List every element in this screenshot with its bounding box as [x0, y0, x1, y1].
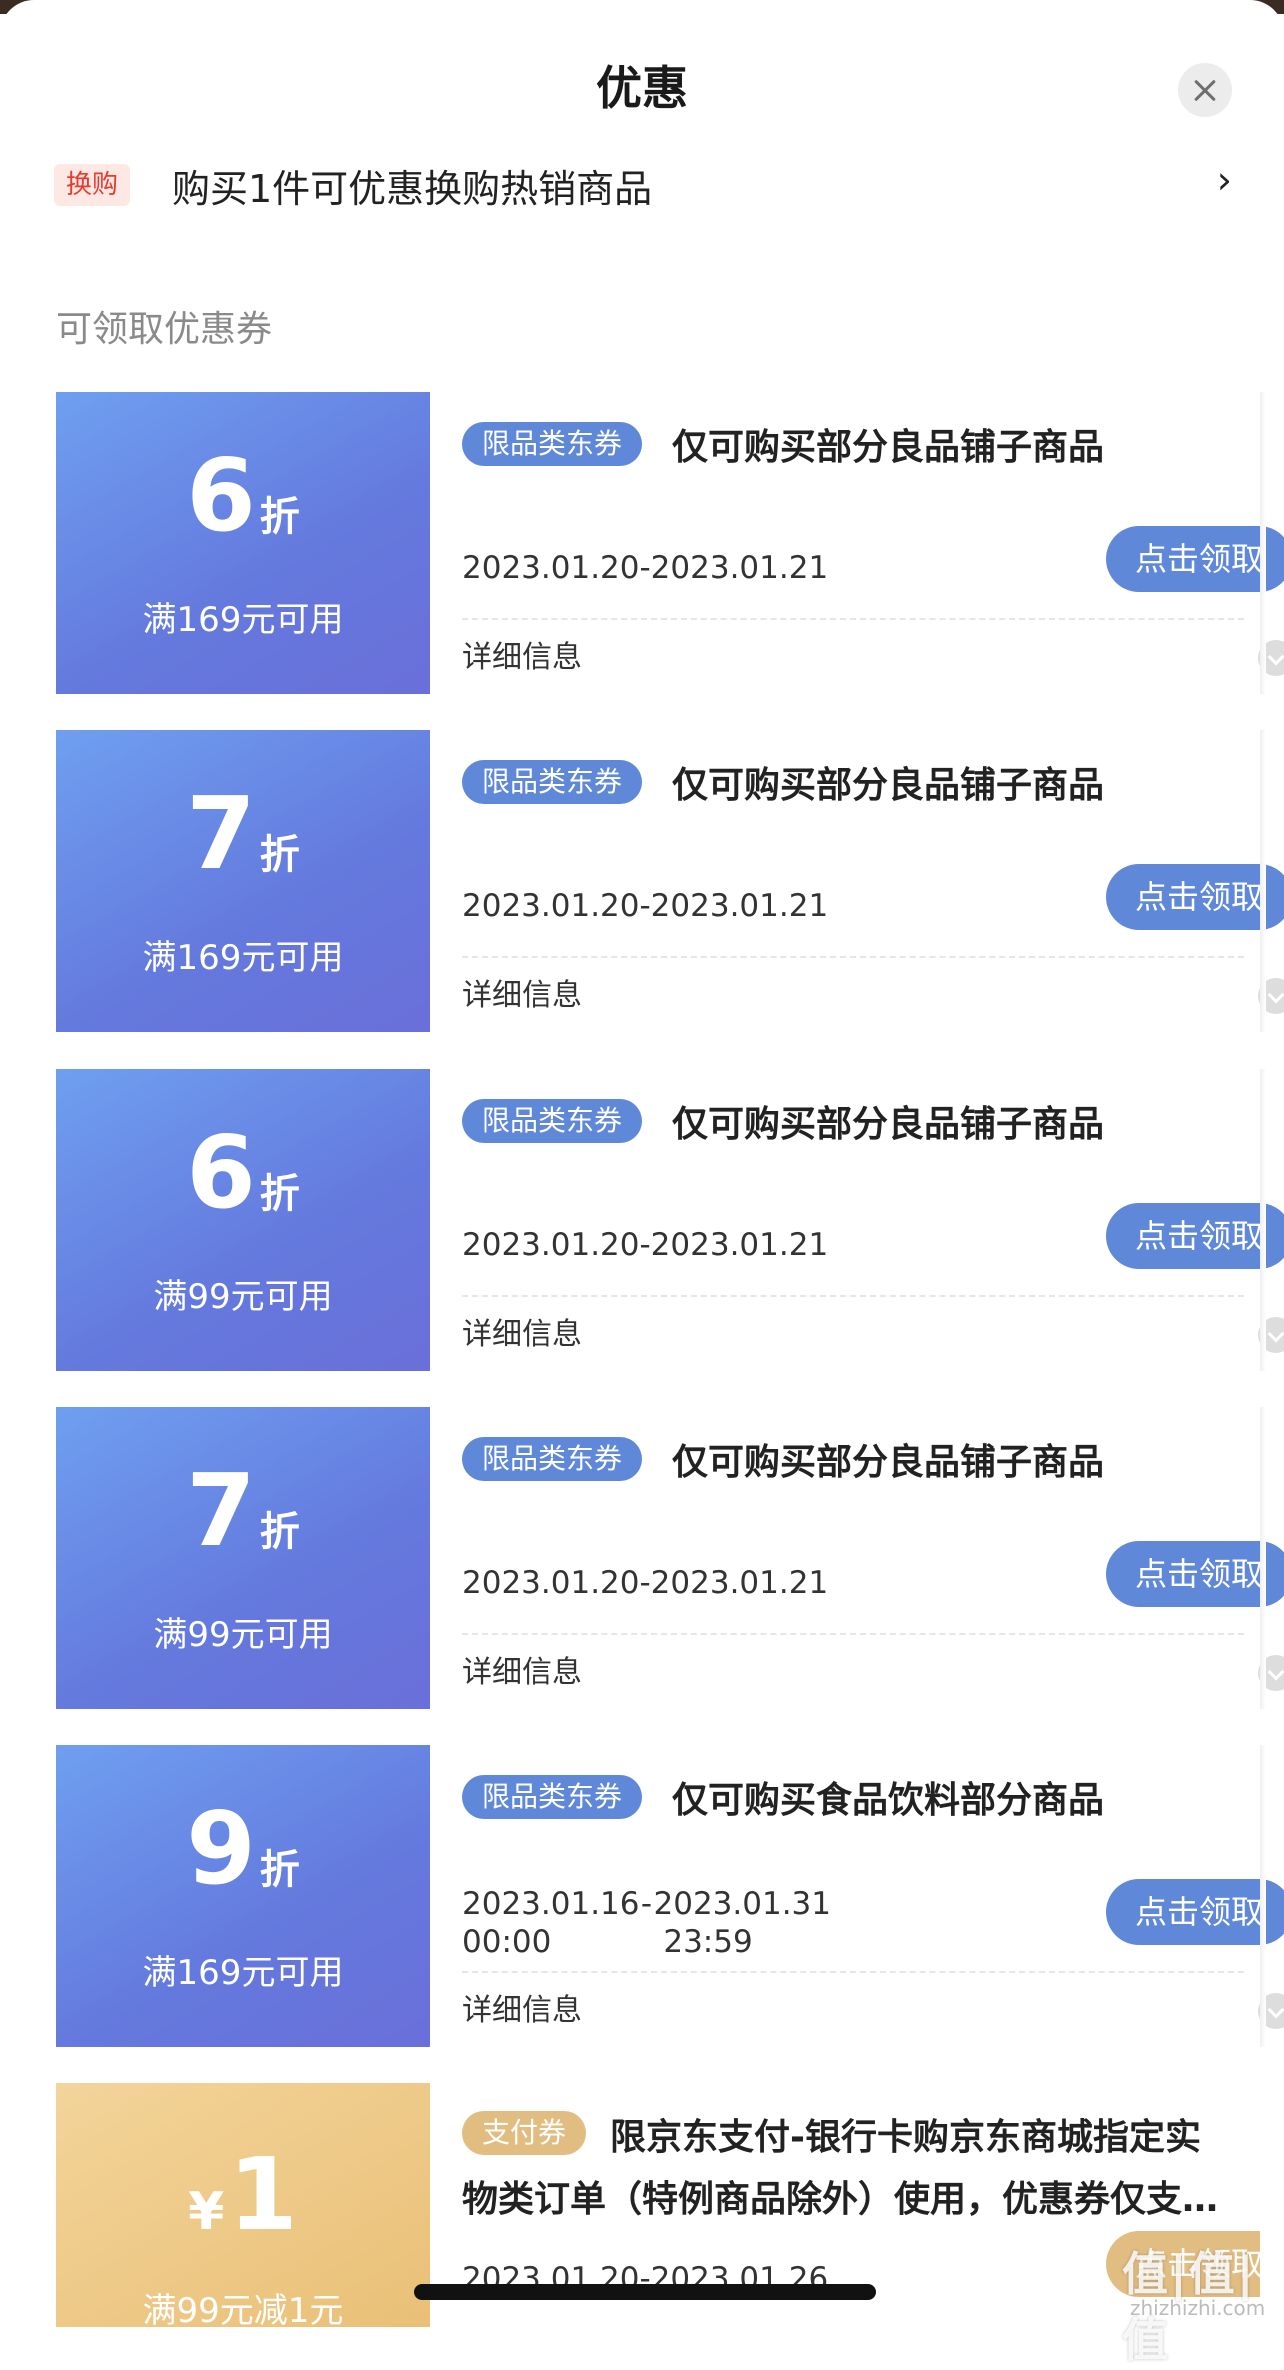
coupon-card: 6折 满169元可用 限品类东券 仅可购买部分良品铺子商品 2023.01.20… — [50, 392, 1284, 694]
swap-tag: 换购 — [54, 164, 131, 206]
coupon-card: 9折 满169元可用 限品类东券 仅可购买食品饮料部分商品 2023.01.16… — [50, 1745, 1284, 2047]
claim-button[interactable]: 点击领取 — [1106, 526, 1284, 592]
divider — [462, 1295, 1244, 1297]
claim-button[interactable]: 点击领取 — [1106, 1203, 1284, 1269]
swap-offer-row[interactable]: 换购 购买1件可优惠换购热销商品 › — [54, 152, 1244, 216]
detail-info-link[interactable]: 详细信息 — [462, 1309, 582, 1353]
coupon-condition: 满169元可用 — [142, 1953, 344, 1993]
coupon-value-panel: 6折 满99元可用 — [50, 1069, 430, 1371]
coupon-validity: 2023.01.20-2023.01.21 — [462, 1227, 829, 1263]
discount-value: 6折 — [186, 437, 300, 554]
coupon-validity: 2023.01.16 00:00-2023.01.31 23:59 — [462, 1886, 831, 1960]
coupon-description: 限京东支付-银行卡购京东商城指定实 物类订单（特例商品除外）使用，优惠券仅支… — [462, 2117, 1219, 2220]
divider — [462, 956, 1244, 958]
divider — [462, 618, 1244, 620]
section-title: 可领取优惠券 — [56, 309, 273, 350]
detail-info-link[interactable]: 详细信息 — [462, 632, 582, 676]
claim-button[interactable]: 点击领取 — [1106, 864, 1284, 930]
coupon-validity: 2023.01.20-2023.01.21 — [462, 1565, 829, 1601]
claim-button[interactable]: 点击领取 — [1106, 1541, 1284, 1607]
divider — [462, 1971, 1244, 1973]
coupon-info: 限品类东券 仅可购买食品饮料部分商品 2023.01.16 00:00-2023.… — [430, 1745, 1284, 2047]
detail-info-link[interactable]: 详细信息 — [462, 1985, 582, 2029]
coupon-value-panel: 7折 满169元可用 — [50, 730, 430, 1032]
coupon-type-badge: 限品类东券 — [462, 1775, 643, 1819]
coupon-info: 限品类东券 仅可购买部分良品铺子商品 2023.01.20-2023.01.21… — [430, 392, 1284, 694]
close-icon[interactable] — [1178, 63, 1232, 117]
coupon-card: 7折 满169元可用 限品类东券 仅可购买部分良品铺子商品 2023.01.20… — [50, 730, 1284, 1032]
coupon-type-badge: 限品类东券 — [462, 1437, 643, 1481]
site-watermark-url: zhizhizhi.com — [1130, 2296, 1266, 2320]
coupon-value-panel: 6折 满169元可用 — [50, 392, 430, 694]
coupon-value-panel: 9折 满169元可用 — [50, 1745, 430, 2047]
discount-value: 6折 — [186, 1114, 300, 1231]
coupon-value-panel: 7折 满99元可用 — [50, 1407, 430, 1709]
detail-info-link[interactable]: 详细信息 — [462, 970, 582, 1014]
coupon-info: 限品类东券 仅可购买部分良品铺子商品 2023.01.20-2023.01.21… — [430, 1407, 1284, 1709]
home-indicator[interactable] — [414, 2284, 876, 2300]
coupon-validity: 2023.01.20-2023.01.21 — [462, 888, 829, 924]
coupon-condition: 满169元可用 — [142, 938, 344, 978]
coupon-description: 仅可购买部分良品铺子商品 — [672, 1442, 1105, 1483]
coupon-description: 仅可购买食品饮料部分商品 — [672, 1780, 1105, 1821]
coupon-type-badge: 限品类东券 — [462, 760, 643, 804]
coupon-condition: 满99元减1元 — [142, 2291, 344, 2327]
divider — [462, 1633, 1244, 1635]
coupon-info: 限品类东券 仅可购买部分良品铺子商品 2023.01.20-2023.01.21… — [430, 730, 1284, 1032]
coupon-value-panel: ¥1 满99元减1元 — [56, 2083, 430, 2327]
discount-value: 7折 — [186, 1452, 300, 1569]
discount-value: 9折 — [186, 1790, 300, 1907]
coupon-card: 6折 满99元可用 限品类东券 仅可购买部分良品铺子商品 2023.01.20-… — [50, 1069, 1284, 1371]
detail-info-link[interactable]: 详细信息 — [462, 1647, 582, 1691]
claim-button[interactable]: 点击领取 — [1106, 1879, 1284, 1945]
discount-value: ¥1 — [188, 2136, 298, 2253]
coupon-card: 7折 满99元可用 限品类东券 仅可购买部分良品铺子商品 2023.01.20-… — [50, 1407, 1284, 1709]
coupon-sheet: 优惠 换购 购买1件可优惠换购热销商品 › 可领取优惠券 6折 满169元可用 … — [0, 0, 1284, 2367]
sheet-title: 优惠 — [596, 61, 688, 115]
coupon-info: 限品类东券 仅可购买部分良品铺子商品 2023.01.20-2023.01.21… — [430, 1069, 1284, 1371]
coupon-description: 仅可购买部分良品铺子商品 — [672, 427, 1105, 468]
discount-value: 7折 — [186, 775, 300, 892]
coupon-type-badge: 限品类东券 — [462, 422, 643, 466]
coupon-description: 仅可购买部分良品铺子商品 — [672, 1104, 1105, 1145]
coupon-validity: 2023.01.20-2023.01.21 — [462, 550, 829, 586]
swap-text: 购买1件可优惠换购热销商品 — [172, 167, 653, 211]
coupon-type-badge: 限品类东券 — [462, 1099, 643, 1143]
coupon-condition: 满99元可用 — [153, 1277, 333, 1317]
chevron-right-icon: › — [1216, 158, 1232, 202]
coupon-condition: 满99元可用 — [153, 1615, 333, 1655]
coupon-condition: 满169元可用 — [142, 600, 344, 640]
coupon-description: 仅可购买部分良品铺子商品 — [672, 765, 1105, 806]
